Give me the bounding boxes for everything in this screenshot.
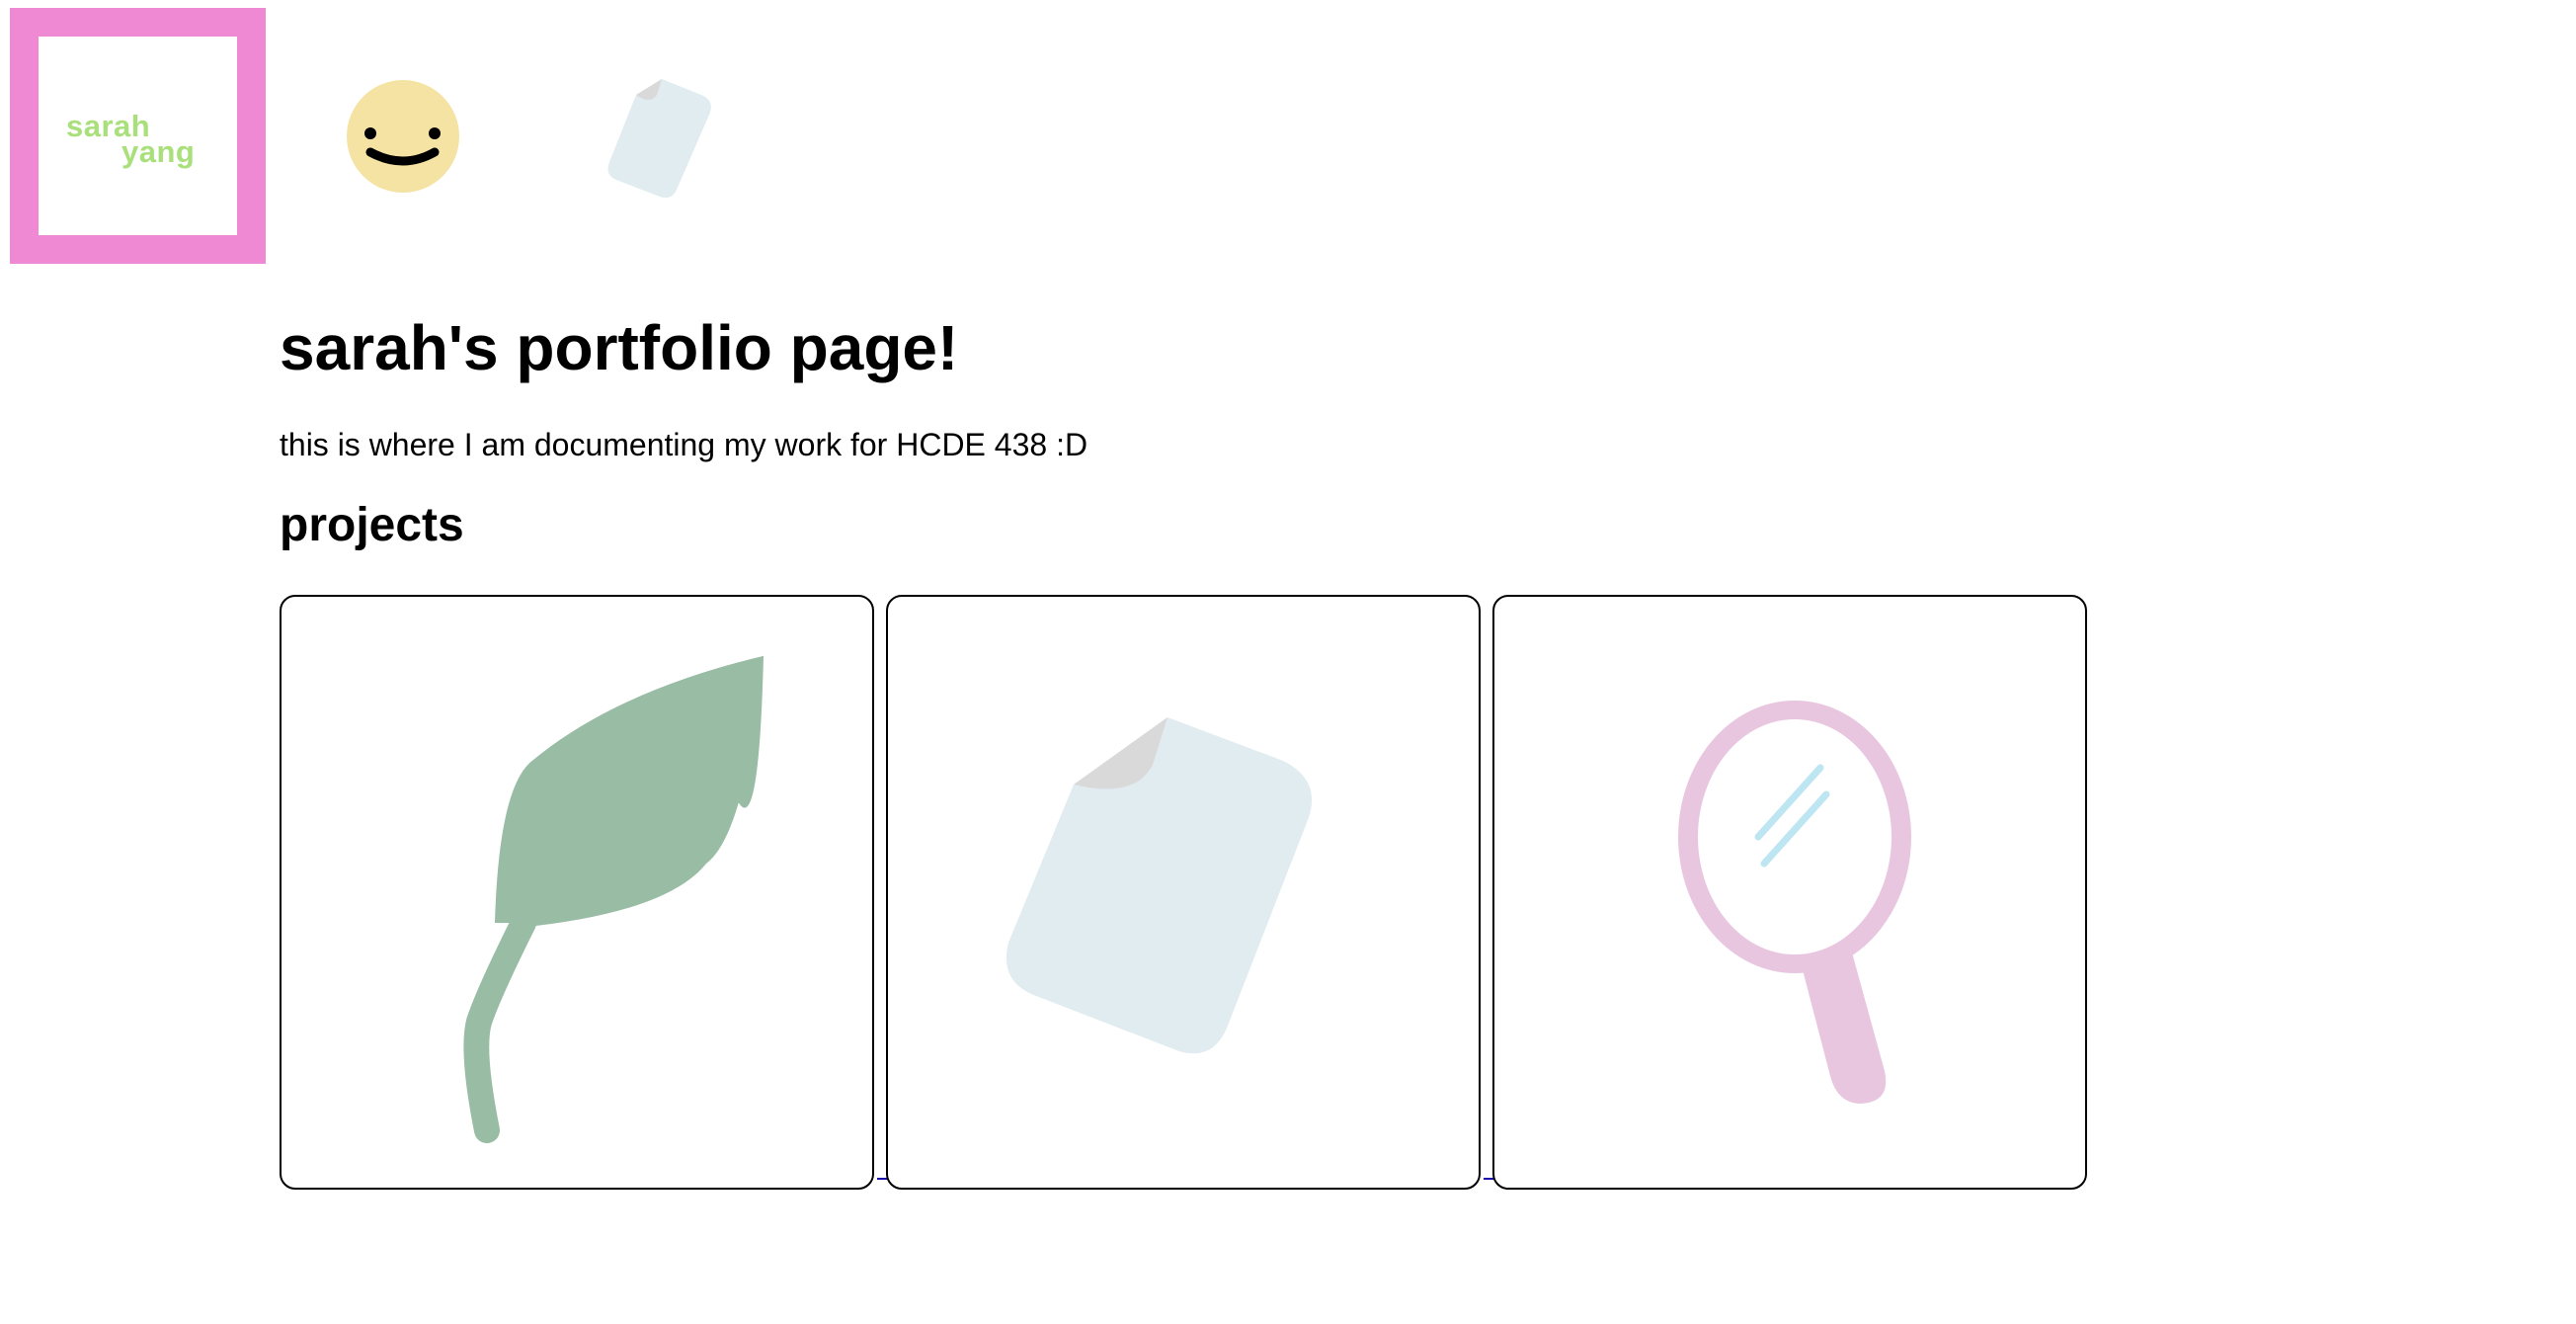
logo-link[interactable]: sarah yang [10, 8, 266, 264]
projects-heading: projects [280, 499, 464, 551]
paper-icon [1006, 717, 1313, 1054]
project-card [280, 595, 874, 1190]
link-gap-underline [877, 1178, 887, 1180]
project-card [886, 595, 1481, 1190]
intro-text: this is where I am documenting my work f… [280, 427, 1088, 462]
logo: sarah yang [39, 37, 237, 235]
paper-icon [607, 79, 711, 199]
mirror-icon [1678, 701, 1911, 1104]
page-title: sarah's portfolio page! [280, 312, 959, 383]
smiley-icon [347, 80, 459, 193]
logo-line-second: yang [121, 134, 196, 169]
projects-grid [280, 595, 2097, 1207]
project-card [1492, 595, 2087, 1190]
leaf-icon [463, 656, 764, 1143]
nav-smiley-link[interactable] [346, 79, 460, 194]
link-gap-underline [1484, 1178, 1493, 1180]
top-navigation: sarah yang [0, 0, 2576, 267]
nav-paper-link[interactable] [604, 75, 717, 202]
